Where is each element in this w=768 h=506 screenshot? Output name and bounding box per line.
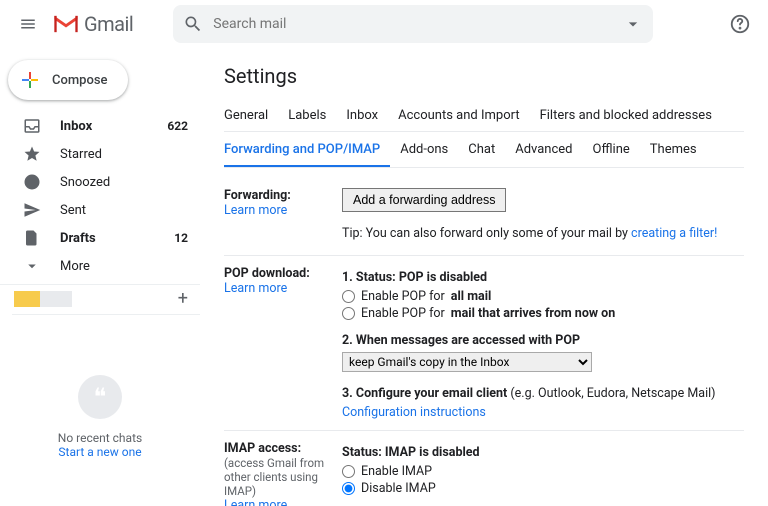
nav-label: Snoozed bbox=[60, 175, 188, 190]
sidebar: Compose Inbox622 Starred Snoozed Sent Drafts… bbox=[0, 48, 200, 506]
hangouts-msg: No recent chats bbox=[12, 431, 188, 445]
forwarding-tip: Tip: You can also forward only some of y… bbox=[342, 226, 631, 241]
hangouts-icon: ❝ bbox=[78, 375, 122, 419]
imap-learn-link[interactable]: Learn more bbox=[224, 498, 287, 506]
sidebar-item-more[interactable]: More bbox=[0, 252, 200, 280]
compose-label: Compose bbox=[52, 73, 108, 88]
nav-label: More bbox=[60, 259, 188, 274]
gmail-icon bbox=[52, 13, 80, 35]
pop-when-label: 2. When messages are accessed with POP bbox=[342, 333, 580, 348]
settings-tabs-row1: General Labels Inbox Accounts and Import Fil… bbox=[224, 100, 744, 132]
add-label-button[interactable]: + bbox=[178, 288, 188, 309]
imap-head: IMAP access: bbox=[224, 441, 342, 456]
clock-icon bbox=[22, 173, 42, 191]
tab-general[interactable]: General bbox=[224, 100, 278, 131]
nav-label: Inbox bbox=[60, 119, 167, 134]
label-chip[interactable] bbox=[14, 291, 42, 307]
send-icon bbox=[22, 201, 42, 219]
main-menu-button[interactable] bbox=[8, 4, 48, 44]
pop-enable-all-radio[interactable] bbox=[342, 290, 355, 303]
help-button[interactable] bbox=[720, 4, 760, 44]
tab-labels[interactable]: Labels bbox=[288, 100, 336, 131]
imap-note: (access Gmail from other clients using I… bbox=[224, 456, 342, 498]
chev-icon bbox=[22, 257, 42, 275]
sidebar-item-starred[interactable]: Starred bbox=[0, 140, 200, 168]
sidebar-item-drafts[interactable]: Drafts12 bbox=[0, 224, 200, 252]
nav-label: Drafts bbox=[60, 231, 174, 246]
search-icon bbox=[183, 14, 203, 34]
settings-content: Settings General Labels Inbox Accounts and … bbox=[200, 48, 768, 506]
search-input[interactable] bbox=[213, 16, 623, 32]
add-forwarding-button[interactable]: Add a forwarding address bbox=[342, 188, 506, 212]
sidebar-item-snoozed[interactable]: Snoozed bbox=[0, 168, 200, 196]
tab-advanced[interactable]: Advanced bbox=[515, 134, 582, 167]
pop-status-label: 1. Status: bbox=[342, 270, 399, 285]
nav-count: 12 bbox=[174, 231, 188, 245]
pop-conf-link[interactable]: Configuration instructions bbox=[342, 405, 486, 420]
tab-chat[interactable]: Chat bbox=[468, 134, 505, 167]
label-chip-grey bbox=[40, 291, 72, 307]
tab-themes[interactable]: Themes bbox=[650, 134, 707, 167]
imap-status-label: Status: bbox=[342, 445, 385, 460]
pop-enable-new-radio[interactable] bbox=[342, 307, 355, 320]
nav-count: 622 bbox=[167, 119, 188, 133]
tab-add-ons[interactable]: Add-ons bbox=[400, 134, 458, 167]
hangouts-widget: ❝ No recent chats Start a new one bbox=[0, 375, 200, 459]
page-title: Settings bbox=[224, 64, 744, 88]
forwarding-section: Forwarding: Learn more Add a forwarding … bbox=[224, 178, 744, 256]
pop-learn-link[interactable]: Learn more bbox=[224, 281, 287, 296]
pop-opt2-pre: Enable POP for bbox=[361, 306, 445, 321]
nav-label: Sent bbox=[60, 203, 188, 218]
plus-icon bbox=[18, 68, 42, 92]
hangouts-start-link[interactable]: Start a new one bbox=[12, 445, 188, 459]
compose-button[interactable]: Compose bbox=[8, 60, 128, 100]
star-icon bbox=[22, 145, 42, 163]
pop-section: POP download: Learn more 1. Status: POP … bbox=[224, 256, 744, 431]
forwarding-head: Forwarding: bbox=[224, 188, 342, 203]
dropdown-icon[interactable] bbox=[623, 14, 643, 34]
search-bar[interactable] bbox=[173, 5, 653, 43]
gmail-logo[interactable]: Gmail bbox=[52, 12, 133, 36]
imap-section: IMAP access: (access Gmail from other cl… bbox=[224, 431, 744, 506]
settings-tabs-row2: Forwarding and POP/IMAP Add-ons Chat Advanc… bbox=[224, 134, 744, 168]
pop-opt2-b: mail that arrives from now on bbox=[451, 306, 615, 321]
nav-label: Starred bbox=[60, 147, 188, 162]
pop-status-val: POP is disabled bbox=[399, 270, 487, 285]
create-filter-link[interactable]: creating a filter! bbox=[631, 226, 717, 241]
header: Gmail bbox=[0, 0, 768, 48]
pop-opt1-pre: Enable POP for bbox=[361, 289, 445, 304]
imap-opt1: Enable IMAP bbox=[361, 464, 432, 479]
pop-opt1-b: all mail bbox=[451, 289, 492, 304]
pop-conf-label: 3. Configure your email client bbox=[342, 386, 510, 401]
imap-opt2: Disable IMAP bbox=[361, 481, 436, 496]
hamburger-icon bbox=[19, 15, 37, 33]
tab-filters-and-blocked-addresses[interactable]: Filters and blocked addresses bbox=[540, 100, 722, 131]
inbox-icon bbox=[22, 117, 42, 135]
label-row: + bbox=[0, 284, 200, 312]
tab-forwarding-and-pop-imap[interactable]: Forwarding and POP/IMAP bbox=[224, 134, 390, 167]
tab-inbox[interactable]: Inbox bbox=[346, 100, 388, 131]
imap-enable-radio[interactable] bbox=[342, 465, 355, 478]
gmail-logo-text: Gmail bbox=[84, 12, 133, 36]
pop-head: POP download: bbox=[224, 266, 342, 281]
pop-conf-eg: (e.g. Outlook, Eudora, Netscape Mail) bbox=[510, 386, 715, 401]
tab-offline[interactable]: Offline bbox=[593, 134, 640, 167]
forwarding-learn-link[interactable]: Learn more bbox=[224, 203, 287, 218]
help-icon bbox=[729, 13, 751, 35]
imap-status-val: IMAP is disabled bbox=[385, 445, 480, 460]
file-icon bbox=[22, 229, 42, 247]
sidebar-item-inbox[interactable]: Inbox622 bbox=[0, 112, 200, 140]
imap-disable-radio[interactable] bbox=[342, 482, 355, 495]
pop-action-select[interactable]: keep Gmail's copy in the Inbox bbox=[342, 352, 592, 372]
tab-accounts-and-import[interactable]: Accounts and Import bbox=[398, 100, 529, 131]
sidebar-item-sent[interactable]: Sent bbox=[0, 196, 200, 224]
